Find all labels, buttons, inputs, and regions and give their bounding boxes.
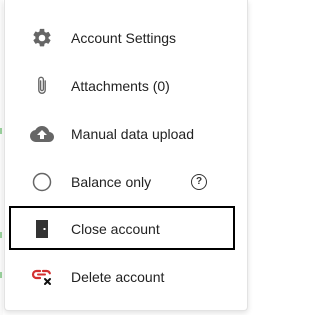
page: Account Settings Attachments (0) Manual … [0, 0, 253, 315]
menu-item-label: Delete account [71, 269, 165, 285]
menu-item-balance-only[interactable]: Balance only ? [5, 162, 247, 202]
background-mark [0, 232, 2, 238]
focus-highlight-box [9, 206, 235, 250]
menu-item-label: Account Settings [71, 30, 177, 46]
cloud-upload-icon [30, 122, 54, 146]
menu-item-manual-data-upload[interactable]: Manual data upload [5, 114, 247, 154]
unlink-delete-icon [30, 265, 54, 289]
background-page-edge [0, 0, 3, 315]
menu-item-delete-account[interactable]: Delete account [5, 257, 247, 297]
menu-item-label: Attachments (0) [71, 78, 170, 94]
radio-empty-icon[interactable] [30, 170, 54, 194]
gear-icon [30, 26, 54, 50]
menu-item-attachments[interactable]: Attachments (0) [5, 66, 247, 106]
background-mark [0, 272, 2, 278]
paperclip-icon [30, 74, 54, 98]
menu-item-label: Balance only [71, 174, 152, 190]
menu-item-account-settings[interactable]: Account Settings [5, 18, 247, 58]
account-actions-menu: Account Settings Attachments (0) Manual … [4, 0, 248, 311]
menu-item-label: Manual data upload [71, 126, 194, 142]
help-icon[interactable]: ? [191, 174, 207, 190]
background-mark [0, 128, 2, 134]
